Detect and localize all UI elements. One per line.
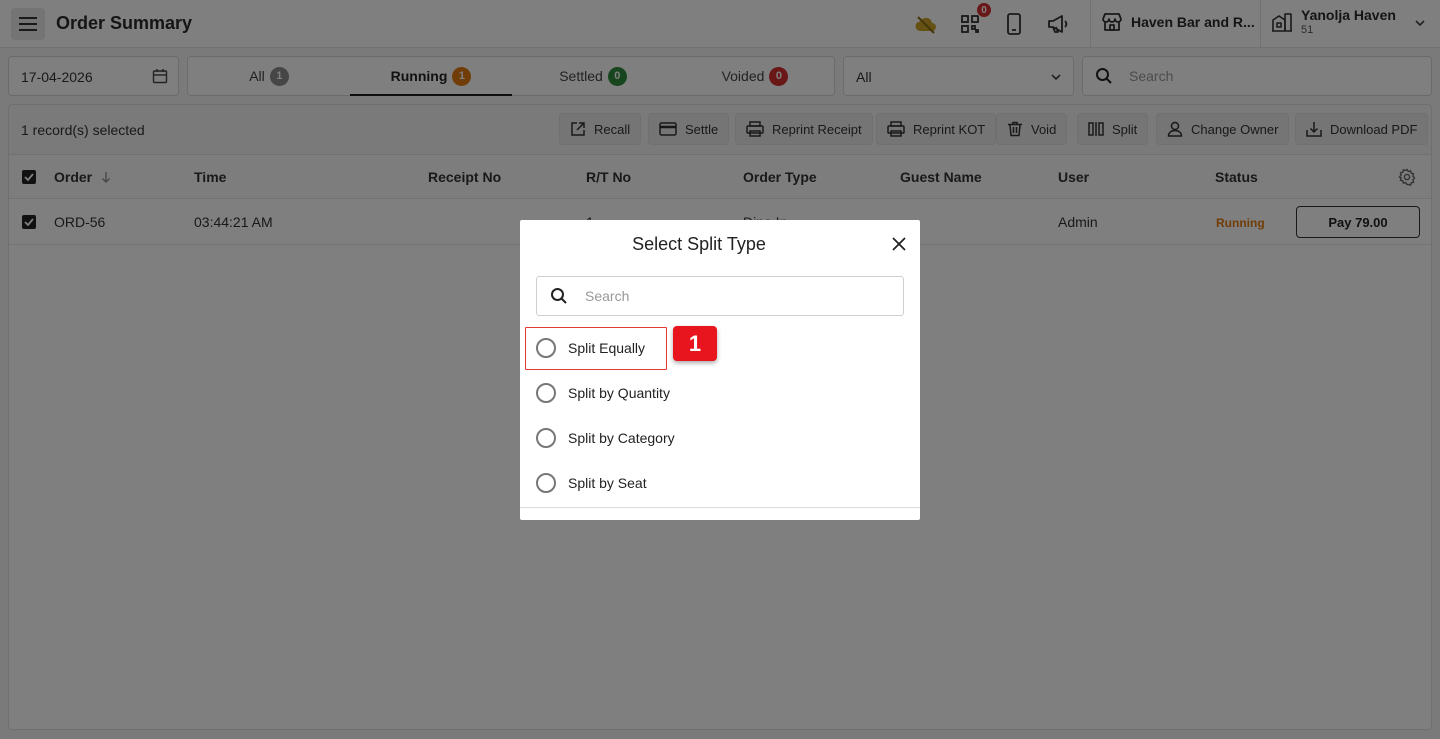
option-label: Split by Category [568,430,675,446]
option-label: Split by Seat [568,475,647,491]
search-icon [551,288,567,304]
step-highlight-box [525,327,667,370]
radio-button[interactable] [536,428,556,448]
split-type-dialog: Select Split Type Split Equally Split by… [520,220,920,520]
option-split-by-quantity[interactable]: Split by Quantity [536,373,904,413]
option-split-by-category[interactable]: Split by Category [536,418,904,458]
radio-button[interactable] [536,383,556,403]
option-label: Split by Quantity [568,385,670,401]
close-icon[interactable] [890,235,908,253]
split-type-search [536,276,904,316]
dialog-divider [520,507,920,508]
step-number-badge: 1 [673,326,717,361]
split-search-input[interactable] [585,288,885,304]
dialog-title: Select Split Type [632,234,766,254]
option-split-by-seat[interactable]: Split by Seat [536,463,904,503]
radio-button[interactable] [536,473,556,493]
